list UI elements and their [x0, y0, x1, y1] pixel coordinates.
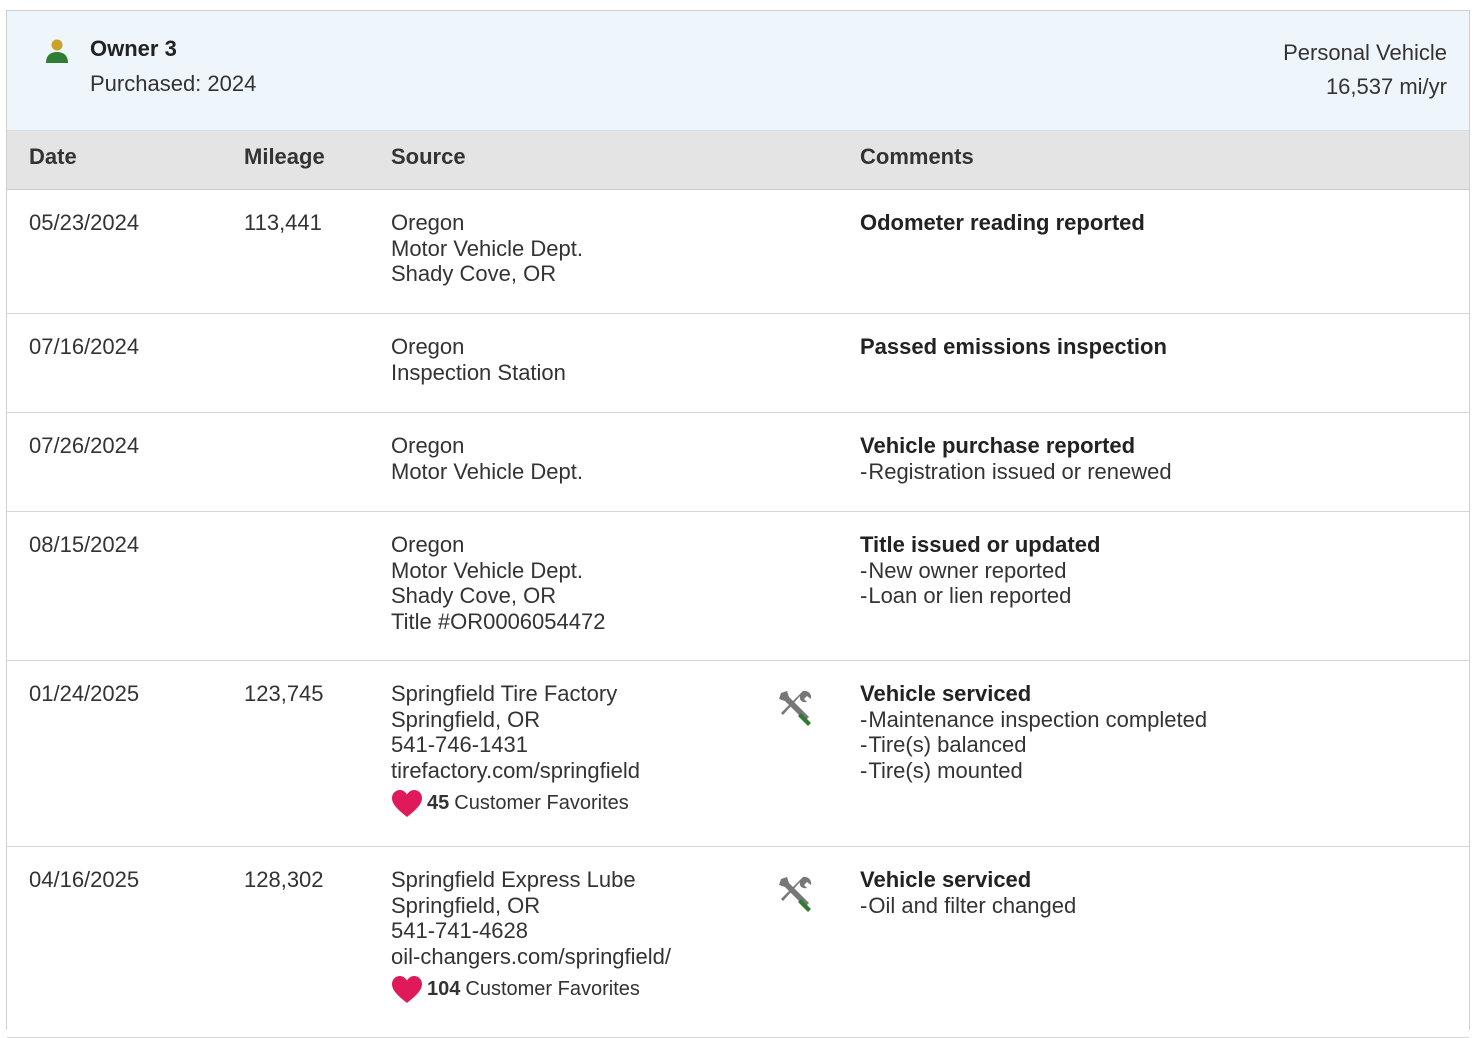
- source-line: Title #OR0006054472: [391, 608, 606, 634]
- source-line: Oregon: [391, 532, 465, 557]
- row-source: Oregon Inspection Station: [391, 334, 566, 385]
- comment-item: Tire(s) balanced: [860, 732, 1207, 758]
- comment-item: Tire(s) mounted: [860, 758, 1207, 784]
- column-header-comments: Comments: [860, 144, 974, 169]
- source-website-link[interactable]: tirefactory.com/springfield: [391, 758, 640, 784]
- service-tools-icon: [773, 685, 817, 729]
- customer-favorites[interactable]: 104 Customer Favorites: [391, 975, 671, 1005]
- source-line: Inspection Station: [391, 359, 566, 385]
- source-line: Oregon: [391, 210, 465, 235]
- favorites-count: 104: [427, 978, 461, 1001]
- column-header-mileage: Mileage: [244, 144, 325, 169]
- source-line: Shady Cove, OR: [391, 583, 557, 608]
- source-website-link[interactable]: oil-changers.com/springfield/: [391, 944, 671, 970]
- row-mileage: 128,302: [244, 867, 324, 892]
- row-comments: Odometer reading reported: [860, 210, 1145, 236]
- comment-title: Odometer reading reported: [860, 210, 1145, 235]
- comment-item: Maintenance inspection completed: [860, 707, 1207, 733]
- owner-summary: Personal Vehicle 16,537 mi/yr: [1283, 36, 1447, 104]
- comment-item: Oil and filter changed: [860, 893, 1076, 919]
- customer-favorites[interactable]: 45 Customer Favorites: [391, 789, 640, 819]
- comment-title: Vehicle serviced: [860, 681, 1032, 706]
- history-rows: 05/23/2024 113,441 Oregon Motor Vehicle Dep…: [7, 190, 1469, 1038]
- table-header: Date Mileage Source Comments: [7, 131, 1469, 190]
- source-line: Springfield, OR: [391, 706, 541, 732]
- row-date: 07/16/2024: [29, 334, 140, 359]
- row-comments: Vehicle servicedMaintenance inspection c…: [860, 681, 1207, 783]
- source-line: Oregon: [391, 433, 465, 458]
- comment-title: Vehicle serviced: [860, 867, 1032, 892]
- row-comments: Vehicle purchase reportedRegistration is…: [860, 433, 1172, 484]
- owner-history-card: Owner 3 Purchased: 2024 Personal Vehicle…: [6, 10, 1470, 1038]
- row-source: Oregon Motor Vehicle Dept. Shady Cove, OR: [391, 210, 583, 287]
- comment-title: Vehicle purchase reported: [860, 433, 1136, 458]
- vehicle-type: Personal Vehicle: [1283, 40, 1447, 65]
- row-date: 08/15/2024: [29, 532, 140, 557]
- comment-title: Title issued or updated: [860, 532, 1101, 557]
- owner-purchased: Purchased: 2024: [90, 71, 257, 96]
- row-date: 05/23/2024: [29, 210, 140, 235]
- row-date: 07/26/2024: [29, 433, 140, 458]
- source-line: Springfield Tire Factory: [391, 681, 618, 706]
- row-source: Oregon Motor Vehicle Dept. Shady Cove, OR T…: [391, 532, 605, 634]
- source-line: 541-741-4628: [391, 918, 529, 943]
- person-icon: [46, 39, 68, 63]
- heart-icon: [391, 975, 423, 1005]
- row-mileage: 113,441: [244, 210, 322, 235]
- mileage-per-year: 16,537 mi/yr: [1325, 74, 1447, 99]
- owner-header: Owner 3 Purchased: 2024 Personal Vehicle…: [7, 11, 1469, 131]
- column-header-source: Source: [391, 144, 466, 169]
- row-mileage: 123,745: [244, 681, 324, 706]
- row-date: 04/16/2025: [29, 867, 140, 892]
- source-line: Shady Cove, OR: [391, 261, 557, 286]
- row-comments: Title issued or updatedNew owner reporte…: [860, 532, 1100, 609]
- source-line: Motor Vehicle Dept.: [391, 235, 583, 261]
- favorites-label: Customer Favorites: [454, 792, 629, 815]
- comment-title: Passed emissions inspection: [860, 334, 1167, 359]
- row-source: Oregon Motor Vehicle Dept.: [391, 433, 583, 484]
- column-header-date: Date: [29, 144, 77, 169]
- favorites-count: 45: [427, 792, 450, 815]
- source-line: Oregon: [391, 334, 465, 359]
- history-row: 01/24/2025 123,745 Springfield Tire Factor…: [7, 661, 1469, 847]
- source-line: 541-746-1431: [391, 732, 529, 757]
- favorites-label: Customer Favorites: [465, 978, 640, 1001]
- row-source: Springfield Express Lube Springfield, OR 5…: [391, 867, 671, 1005]
- source-line: Motor Vehicle Dept.: [391, 458, 583, 484]
- service-tools-icon: [773, 871, 817, 915]
- comment-item: New owner reported: [860, 558, 1100, 584]
- history-row: 07/26/2024 Oregon Motor Vehicle Dept. Vehic…: [7, 413, 1469, 512]
- history-row: 08/15/2024 Oregon Motor Vehicle Dept. Shady…: [7, 512, 1469, 661]
- row-date: 01/24/2025: [29, 681, 140, 706]
- row-comments: Passed emissions inspection: [860, 334, 1167, 360]
- comment-item: Registration issued or renewed: [860, 459, 1171, 485]
- source-line: Springfield, OR: [391, 892, 541, 918]
- comment-item: Loan or lien reported: [860, 583, 1100, 609]
- history-row: 05/23/2024 113,441 Oregon Motor Vehicle Dep…: [7, 190, 1469, 314]
- source-line: Springfield Express Lube: [391, 867, 636, 892]
- history-row: 07/16/2024 Oregon Inspection Station Passed…: [7, 314, 1469, 413]
- history-row: 04/16/2025 128,302 Springfield Express Lub…: [7, 847, 1469, 1038]
- heart-icon: [391, 789, 423, 819]
- row-comments: Vehicle servicedOil and filter changed: [860, 867, 1076, 918]
- row-source: Springfield Tire Factory Springfield, OR 5…: [391, 681, 640, 819]
- owner-title: Owner 3: [90, 36, 177, 61]
- source-line: Motor Vehicle Dept.: [391, 557, 583, 583]
